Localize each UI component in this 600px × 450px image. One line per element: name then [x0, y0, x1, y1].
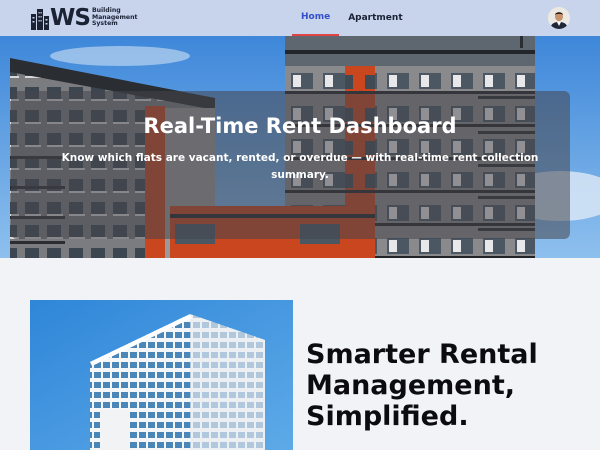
- feature-building-image: [30, 300, 293, 450]
- brand-name: Building Management System: [92, 8, 138, 28]
- nav-item-apartment[interactable]: Apartment: [339, 0, 411, 36]
- feature-heading: Smarter Rental Management, Simplified.: [306, 339, 538, 432]
- nav-item-home[interactable]: Home: [292, 0, 340, 36]
- brand-logo[interactable]: WS Building Management System: [30, 5, 137, 31]
- hero-subtitle: Know which flats are vacant, rented, or …: [61, 152, 539, 181]
- navbar: WS Building Management System Home Apart…: [0, 0, 600, 36]
- hero-title: Real-Time Rent Dashboard: [143, 114, 457, 138]
- brand-initials: WS: [50, 5, 91, 31]
- tower-photo: [30, 300, 293, 450]
- building-logo-icon: [31, 9, 49, 30]
- nav-links: Home Apartment: [292, 0, 412, 36]
- user-avatar[interactable]: [548, 7, 570, 29]
- brand-line-3: System: [91, 20, 118, 28]
- user-avatar-icon: [548, 7, 570, 29]
- hero-banner: [0, 36, 600, 258]
